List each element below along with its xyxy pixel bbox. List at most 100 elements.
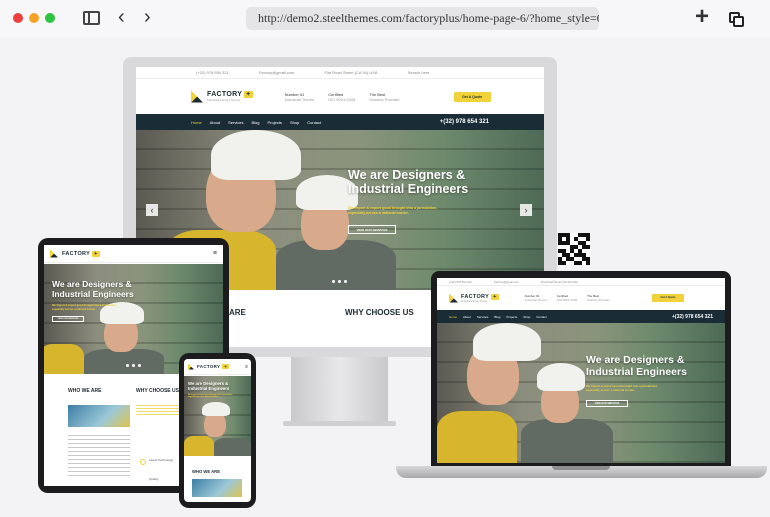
why-item-quality: Quality <box>149 477 159 481</box>
brand-plus: + <box>92 250 100 257</box>
close-window-button[interactable] <box>13 13 23 23</box>
info-the-best: The Best Solution Provider <box>587 294 610 302</box>
hero-heading-line2: Industrial Engineers <box>586 365 687 378</box>
hero-heading-line1: We are Designers & <box>348 168 466 182</box>
laptop-device: (+32) 978 654 321 Factory@gmail.com Flat… <box>431 271 731 467</box>
brand-name: FACTORY <box>207 91 243 98</box>
section-who-we-are: WHO WE ARE <box>68 388 102 394</box>
topbar-address: Flat Road Street (CA 94) USA <box>540 279 579 284</box>
menu-item-about[interactable]: About <box>210 120 220 125</box>
phone-site: FACTORY + ≡ We are Designers & Industrial… <box>184 359 251 502</box>
menu-hamburger-icon[interactable]: ≡ <box>245 364 248 370</box>
new-tab-icon[interactable]: + <box>695 5 709 29</box>
logo-icon <box>188 364 194 370</box>
laptop-site: (+32) 978 654 321 Factory@gmail.com Flat… <box>437 278 725 463</box>
info-sub: ISO 9001:2008 <box>328 96 356 102</box>
menu-item-home[interactable]: Home <box>191 120 202 125</box>
maximize-window-button[interactable] <box>45 13 55 23</box>
hero-subtext: We Import & export good brought into a j… <box>586 384 658 392</box>
menu-item-services[interactable]: Services <box>477 315 489 319</box>
menu-item-services[interactable]: Services <box>228 120 243 125</box>
brand-name: FACTORY <box>62 250 91 257</box>
who-we-are-text <box>68 435 130 477</box>
menu-item-contact[interactable]: Contact <box>536 315 546 319</box>
phone-header: FACTORY + ≡ <box>184 359 251 375</box>
topbar-email: Factory@gmail.com <box>493 279 519 284</box>
info-sub: Industrial Theme <box>284 96 315 102</box>
hero-subtext: We Import & export good brought into a j… <box>348 206 437 216</box>
info-sub: Solution Provider <box>369 96 400 102</box>
brand-name: FACTORY <box>197 364 221 369</box>
hero-worker2-vest <box>214 438 251 456</box>
sidebar-icon[interactable] <box>83 11 100 25</box>
hero-subtext-line1: We Import & export good brought into a j… <box>52 304 117 307</box>
menu-item-home[interactable]: Home <box>449 315 457 319</box>
hero-subtext-line2: especially across a national border. <box>52 307 96 311</box>
address-bar[interactable]: http://demo2.steelthemes.com/factoryplus… <box>246 7 599 30</box>
qr-module <box>586 261 590 265</box>
hero-subtext-line2: especially across a national border. <box>586 388 635 392</box>
hero-view-services-button[interactable]: VIEW OUR SERVICES <box>52 316 84 322</box>
hero-prev-arrow-icon[interactable]: ‹ <box>146 204 158 216</box>
menu-item-contact[interactable]: Contact <box>307 120 321 125</box>
get-quote-button[interactable]: Get A Quote <box>453 91 491 102</box>
brand-block[interactable]: FACTORY + Industrial Factory Theme <box>207 91 253 102</box>
hero-worker-vest <box>437 411 517 463</box>
brand-tagline: Industrial Factory Theme <box>207 98 241 102</box>
get-quote-button[interactable]: Get A Quote <box>651 294 684 302</box>
laptop-notch <box>552 466 610 470</box>
topbar-phone: (+32) 978 654 321 <box>196 70 229 75</box>
topbar-phone: (+32) 978 654 321 <box>449 279 472 284</box>
menu-item-shop[interactable]: Shop <box>523 315 530 319</box>
hero-slider-dots[interactable] <box>126 364 141 367</box>
tablet-header: FACTORY + ≡ <box>44 245 223 263</box>
brand-plus: + <box>222 364 230 369</box>
back-icon[interactable]: ‹ <box>118 7 125 27</box>
menu-item-about[interactable]: About <box>463 315 471 319</box>
laptop-menu: Home About Services Blog Projects Shop C… <box>437 310 725 323</box>
brand-tagline: Industrial Factory Theme <box>461 299 488 303</box>
info-number-one: Number #1 Industrial Theme <box>525 294 547 302</box>
topbar-address: Flat Road Street (CA 94) USA <box>324 70 378 75</box>
forward-icon[interactable]: › <box>144 7 151 27</box>
section-are-partial: ARE <box>229 308 246 317</box>
desktop-menu: Home About Services Blog Projects Shop C… <box>136 114 544 130</box>
who-we-are-image <box>192 479 242 497</box>
minimize-window-button[interactable] <box>29 13 39 23</box>
hero-next-arrow-icon[interactable]: › <box>520 204 532 216</box>
hero-heading: We are Designers & Industrial Engineers <box>586 354 687 379</box>
menu-hamburger-icon[interactable]: ≡ <box>213 250 217 257</box>
hero-view-services-button[interactable]: VIEW OUR SERVICES <box>586 400 628 407</box>
qr-code <box>558 233 590 265</box>
hero-heading-line1: We are Designers & <box>586 354 685 366</box>
info-sub: Industrial Theme <box>524 298 547 302</box>
hero-worker-helmet <box>211 130 301 180</box>
logo-icon <box>191 91 203 103</box>
menu-item-blog[interactable]: Blog <box>494 315 500 319</box>
hero-heading: We are Designers & Industrial Engineers <box>52 279 134 299</box>
topbar-search[interactable]: Search here <box>408 70 430 75</box>
menu-item-projects[interactable]: Projects <box>267 120 281 125</box>
brand-block[interactable]: FACTORY + Industrial Factory Theme <box>461 293 499 303</box>
hero-slider-dots[interactable] <box>332 280 347 283</box>
showcase-page: ‹ › http://demo2.steelthemes.com/factory… <box>0 0 770 517</box>
laptop-topbar: (+32) 978 654 321 Factory@gmail.com Flat… <box>437 278 725 286</box>
menu-item-projects[interactable]: Projects <box>506 315 517 319</box>
hero-worker2-helmet <box>537 363 585 391</box>
hero-view-services-button[interactable]: VIEW OUR SERVICES <box>348 225 396 234</box>
hero-worker2-vest <box>84 349 164 374</box>
monitor-stand-base <box>283 421 396 426</box>
info-number-one: Number #1 Industrial Theme <box>285 92 315 102</box>
info-sub: ISO 9001:2008 <box>556 298 578 302</box>
section-why-choose-us: WHY CHOOSE US <box>345 308 414 317</box>
laptop-header: FACTORY + Industrial Factory Theme Number… <box>437 286 725 310</box>
hero-worker-vest <box>44 344 84 374</box>
section-who-we-are: WHO WE ARE <box>192 469 220 474</box>
header-phone: +(32) 978 654 321 <box>439 119 489 125</box>
menu-item-blog[interactable]: Blog <box>251 120 259 125</box>
monitor-stand <box>291 357 388 423</box>
hero-subtext: We Import & export good brought into a j… <box>188 394 233 399</box>
menu-item-shop[interactable]: Shop <box>290 120 299 125</box>
copy-icon[interactable] <box>729 12 744 27</box>
hero-worker-vest <box>184 436 214 456</box>
